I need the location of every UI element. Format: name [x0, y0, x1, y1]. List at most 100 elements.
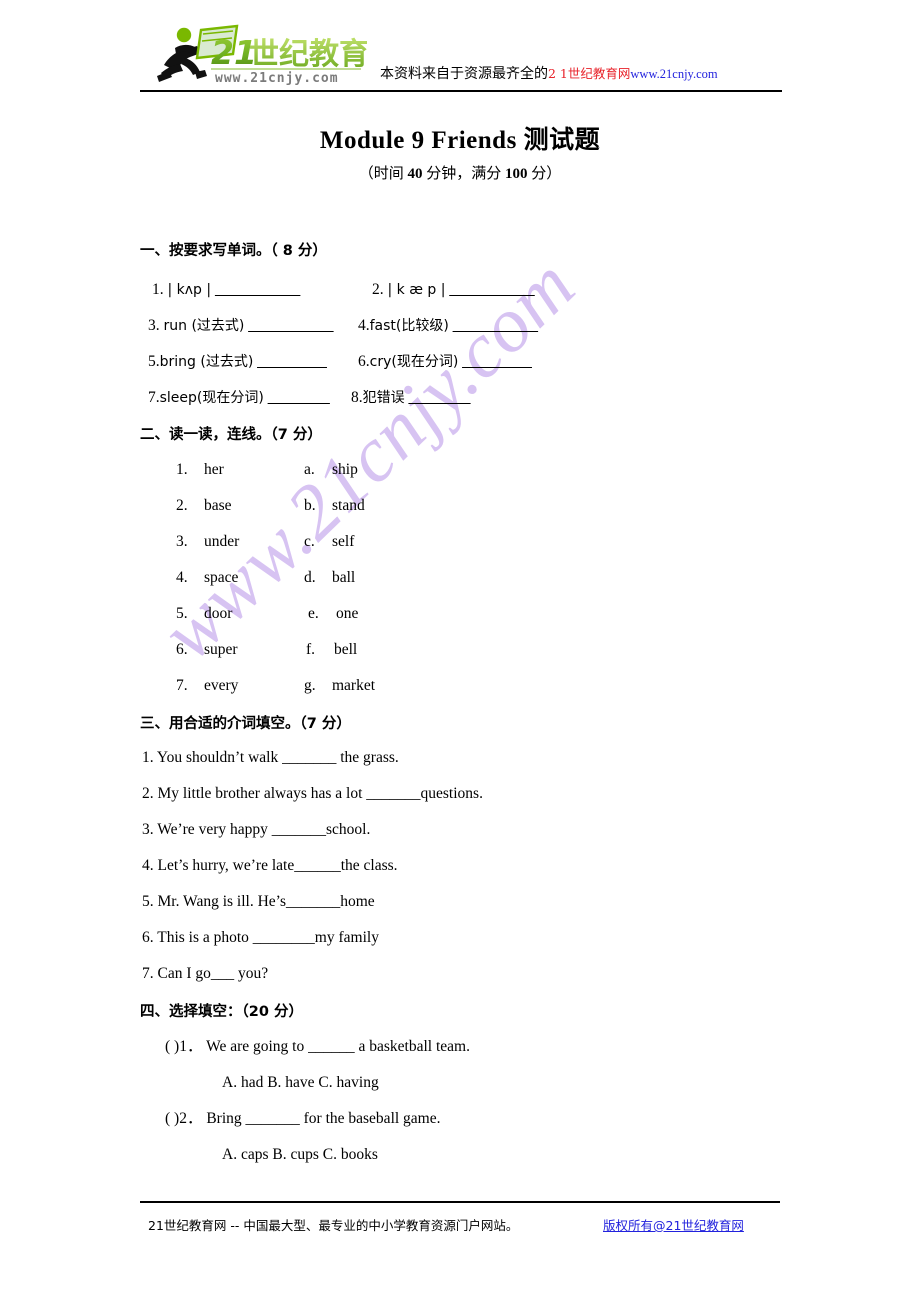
section-1-item-5: 5.bring (过去式) _________ [148, 354, 327, 370]
header-note-brand: 2 1世纪教育网 [548, 66, 631, 81]
exam-paper-page: www.21cnjy.com 21 世纪教育 www.21cnjy.com 本资… [0, 0, 920, 1302]
item-1-number: 1. [152, 281, 164, 298]
section-1-item-1: 1. | kʌp | ___________ [152, 282, 300, 298]
item-7-number: 7. [148, 389, 160, 406]
item-7-answer-blank[interactable]: ________ [268, 389, 330, 406]
match-right-d-number: d. [304, 569, 316, 586]
item-1-prompt: | kʌp | [167, 282, 212, 298]
item-1-answer-blank[interactable]: ___________ [215, 281, 300, 298]
item-8-answer-blank[interactable]: ________ [409, 389, 471, 406]
section-1-item-6: 6.cry(现在分词) _________ [358, 354, 532, 370]
item-7-prompt: sleep(现在分词) [159, 390, 264, 406]
section-3-question-4[interactable]: 4. Let’s hurry, we’re late______the clas… [142, 858, 398, 874]
match-left-1-word[interactable]: her [204, 461, 224, 479]
match-left-5-word[interactable]: door [204, 605, 232, 623]
svg-text:www.21cnjy.com: www.21cnjy.com [215, 71, 339, 86]
match-right-e-number: e. [308, 605, 319, 622]
match-right-b-word[interactable]: stand [332, 497, 365, 515]
exam-meta-close: 分） [527, 166, 562, 182]
section-2-heading: 二、读一读，连线。（7 分） [140, 427, 322, 443]
section-3-question-5[interactable]: 5. Mr. Wang is ill. He’s_______home [142, 894, 375, 910]
item-8-number: 8. [351, 389, 363, 406]
match-left-7-number: 7. [176, 677, 188, 694]
match-right-d-word[interactable]: ball [332, 569, 355, 587]
page-footer: 21世纪教育网 -- 中国最大型、最专业的中小学教育资源门户网站。 版权所有@2… [148, 1215, 788, 1234]
exam-meta-open: （时间 [358, 166, 408, 182]
item-4-number: 4. [358, 317, 370, 334]
item-6-number: 6. [358, 353, 370, 370]
section-3-question-1[interactable]: 1. You shouldn’t walk _______ the grass. [142, 750, 399, 766]
match-right-e-word[interactable]: one [336, 605, 358, 623]
section-3-question-7[interactable]: 7. Can I go___ you? [142, 966, 268, 982]
item-5-prompt: bring (过去式) [159, 354, 254, 370]
item-5-number: 5. [148, 353, 160, 370]
page-header: 21 世纪教育 www.21cnjy.com 本资料来自于资源最齐全的2 1世纪… [140, 22, 782, 90]
item-4-answer-blank[interactable]: ___________ [453, 317, 538, 334]
match-left-3-number: 3. [176, 533, 188, 550]
section-3-question-6[interactable]: 6. This is a photo ________my family [142, 930, 379, 946]
header-source-note: 本资料来自于资源最齐全的2 1世纪教育网www.21cnjy.com [380, 67, 718, 81]
exam-total-score: 100 [505, 166, 528, 182]
header-divider [140, 90, 782, 92]
match-right-b-number: b. [304, 497, 316, 514]
item-6-prompt: cry(现在分词) [369, 354, 459, 370]
match-left-1-number: 1. [176, 461, 188, 478]
match-right-f-number: f. [306, 641, 316, 658]
exam-meta: （时间 40 分钟，满分 100 分） [0, 162, 920, 183]
section-1-item-4: 4.fast(比较级) ___________ [358, 318, 538, 334]
section-3-question-3[interactable]: 3. We’re very happy _______school. [142, 822, 370, 838]
header-note-prefix: 本资料来自于资源最齐全的 [380, 66, 548, 82]
match-left-4-word[interactable]: space [204, 569, 238, 587]
section-1-heading: 一、按要求写单词。（ 8 分） [140, 243, 327, 259]
footer-text: 21世纪教育网 -- 中国最大型、最专业的中小学教育资源门户网站。 [148, 1218, 519, 1233]
brand-logo-icon: 21 世纪教育 www.21cnjy.com [145, 24, 367, 86]
item-6-answer-blank[interactable]: _________ [462, 353, 532, 370]
section-4-question-1-options[interactable]: A. had B. have C. having [222, 1075, 379, 1091]
item-5-answer-blank[interactable]: _________ [257, 353, 327, 370]
item-2-number: 2. [372, 281, 384, 298]
match-left-3-word[interactable]: under [204, 533, 239, 551]
item-2-answer-blank[interactable]: ___________ [449, 281, 534, 298]
section-4-question-2-options[interactable]: A. caps B. cups C. books [222, 1147, 378, 1163]
section-1-item-7: 7.sleep(现在分词) ________ [148, 390, 330, 406]
match-left-4-number: 4. [176, 569, 188, 586]
section-1-item-8: 8.犯错误 ________ [351, 390, 471, 406]
exam-duration: 40 [407, 166, 423, 182]
q1-stem: We are going to ______ a basketball team… [206, 1038, 470, 1055]
match-right-a-number: a. [304, 461, 315, 478]
page-title: Module 9 Friends 测试题 [319, 127, 601, 154]
header-note-link[interactable]: www.21cnjy.com [630, 67, 717, 81]
section-3-heading: 三、用合适的介词填空。（7 分） [140, 716, 351, 732]
svg-text:世纪教育: 世纪教育 [249, 37, 367, 72]
match-right-c-word[interactable]: self [332, 533, 354, 551]
footer-divider [140, 1201, 780, 1203]
section-4-question-2: ( )2． Bring _______ for the baseball gam… [165, 1111, 441, 1127]
exam-meta-mid: 分钟，满分 [422, 166, 505, 182]
section-4-question-1: ( )1． We are going to ______ a basketbal… [165, 1039, 470, 1055]
section-3-question-2[interactable]: 2. My little brother always has a lot __… [142, 786, 483, 802]
section-4-heading: 四、选择填空：（20 分） [140, 1004, 303, 1020]
section-1-item-2: 2. | k æ p | ___________ [372, 282, 535, 298]
match-right-a-word[interactable]: ship [332, 461, 358, 479]
q2-stem: Bring _______ for the baseball game. [206, 1110, 441, 1127]
match-right-c-number: c. [304, 533, 315, 550]
q1-answer-bracket[interactable]: ( )1． [165, 1038, 202, 1055]
match-right-g-word[interactable]: market [332, 677, 375, 695]
section-1-item-3: 3. run (过去式) ___________ [148, 318, 334, 334]
item-3-answer-blank[interactable]: ___________ [248, 317, 333, 334]
match-right-g-number: g. [304, 677, 316, 694]
item-4-prompt: fast(比较级) [369, 318, 449, 334]
match-left-7-word[interactable]: every [204, 677, 238, 695]
match-right-f-word[interactable]: bell [334, 641, 357, 659]
item-3-prompt: run (过去式) [163, 318, 245, 334]
item-8-prompt: 犯错误 [362, 390, 405, 406]
footer-copyright-link[interactable]: 版权所有@21世纪教育网 [603, 1215, 744, 1234]
match-left-2-number: 2. [176, 497, 188, 514]
item-3-number: 3. [148, 317, 160, 334]
match-left-6-number: 6. [176, 641, 188, 658]
match-left-2-word[interactable]: base [204, 497, 232, 515]
item-2-prompt: | k æ p | [387, 282, 446, 298]
q2-answer-bracket[interactable]: ( )2． [165, 1110, 202, 1127]
match-left-6-word[interactable]: super [204, 641, 238, 659]
match-left-5-number: 5. [176, 605, 188, 622]
